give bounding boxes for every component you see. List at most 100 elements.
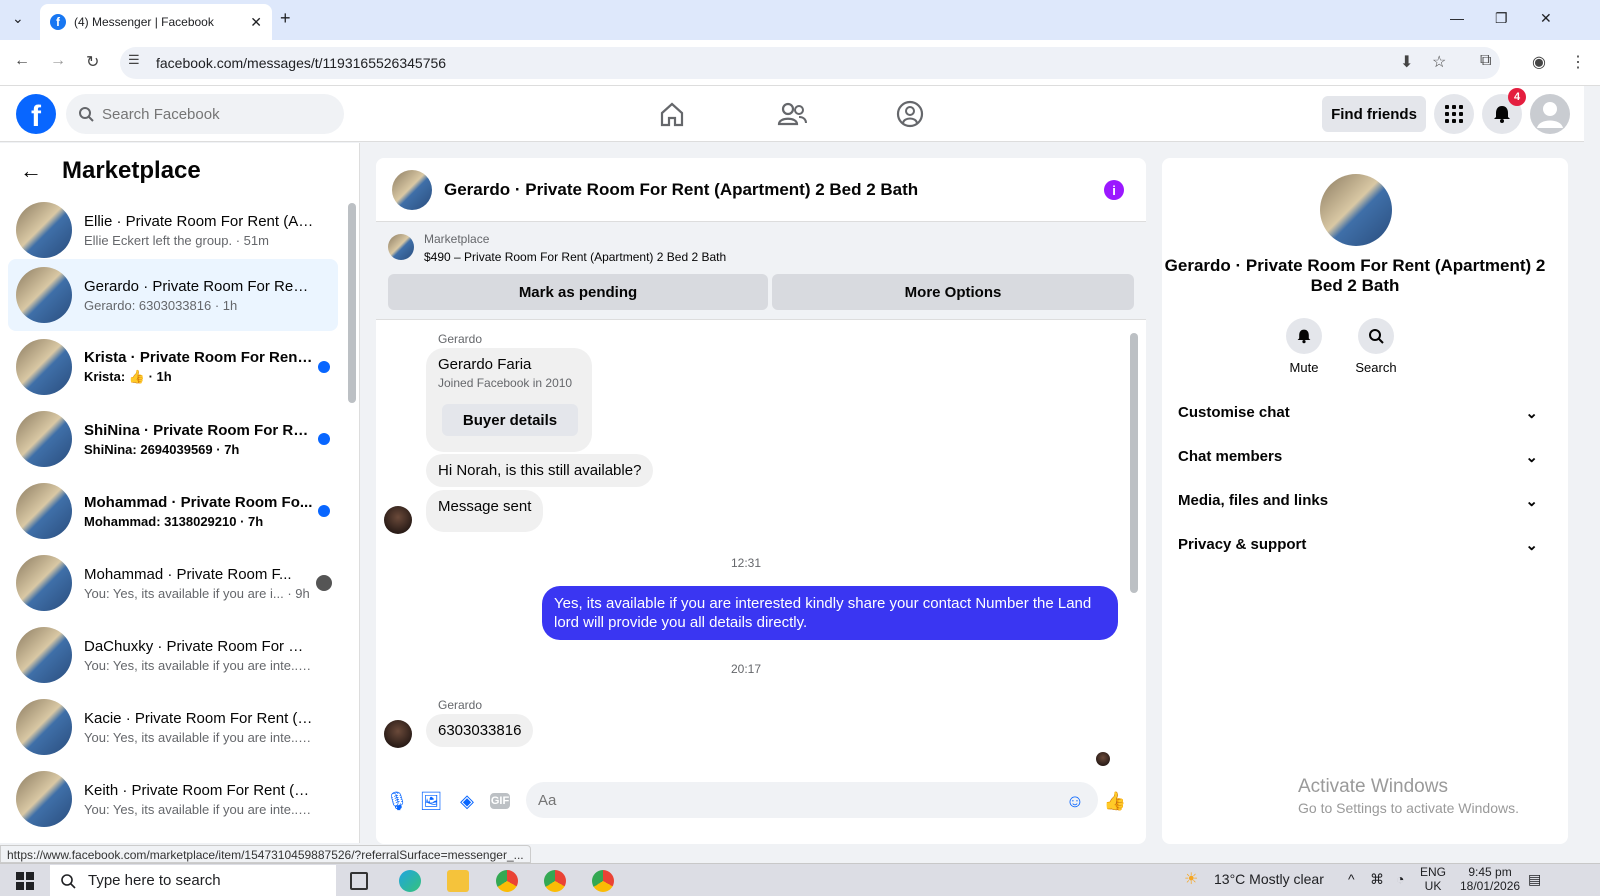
listing-thumbnail[interactable] [388,234,414,260]
task-view-icon[interactable] [350,872,368,890]
new-tab-icon[interactable]: + [280,8,291,29]
facebook-logo[interactable]: f [16,94,56,134]
sidebar-title: Marketplace [62,157,201,184]
clock[interactable]: 9:45 pm 18/01/2026 [1460,865,1520,893]
account-avatar[interactable] [1530,94,1570,134]
site-info-icon[interactable]: ☰ [128,52,140,68]
emoji-icon[interactable]: ☺ [1064,790,1086,812]
chat-members-row[interactable]: Chat members ⌄ [1178,448,1538,466]
conversation-thumbnail[interactable] [392,169,432,210]
chat-preview: You: Yes, its available if you are inte.… [84,729,314,745]
buyer-details-button[interactable]: Buyer details [442,404,578,436]
find-friends-button[interactable]: Find friends [1322,96,1426,132]
message-bubble: Message sent [426,490,544,532]
weather-text[interactable]: 13°C Mostly clear [1214,871,1324,887]
reload-icon[interactable]: ↻ [86,52,99,72]
chat-item[interactable]: ShiNina · Private Room For Re... ShiNina:… [8,403,338,475]
chrome-icon[interactable] [496,870,518,892]
search-box[interactable] [66,94,344,134]
tab-list-icon[interactable]: ⌄ [12,10,24,27]
message-input-box[interactable] [526,782,1098,818]
browser-menu-icon[interactable]: ⋮ [1570,52,1586,72]
address-bar-row: ← → ↻ facebook.com/messages/t/1193165526… [0,40,1600,86]
sidebar-header: ← Marketplace [20,157,201,185]
action-center-icon[interactable]: ▤ [1528,871,1541,888]
conversation-title[interactable]: Gerardo · Private Room For Rent (Apartme… [444,180,918,200]
chat-name: Ellie · Private Room For Rent (Ap... [84,212,314,230]
watermark-line1: Activate Windows [1298,776,1448,797]
minimize-icon[interactable]: — [1450,10,1464,26]
groups-icon[interactable] [894,98,926,130]
sidebar-scrollbar[interactable] [348,203,356,403]
info-icon[interactable]: i [1104,180,1124,200]
chat-item[interactable]: Krista · Private Room For Rent ... Krista… [8,331,338,403]
network-icon[interactable]: ⌘ [1370,871,1384,888]
timestamp: 20:17 [730,662,762,676]
privacy-support-row[interactable]: Privacy & support ⌄ [1178,536,1538,554]
search-input[interactable] [102,105,322,123]
chat-item-active[interactable]: Gerardo · Private Room For Rent... Gerard… [8,259,338,331]
sender-avatar[interactable] [384,720,412,748]
more-options-button[interactable]: More Options [772,274,1134,310]
listing-title[interactable]: $490 – Private Room For Rent (Apartment)… [424,250,726,264]
chat-item[interactable]: DaChuxky · Private Room For Re... You: Ye… [8,619,338,691]
chrome-profile2-icon[interactable] [592,870,614,892]
unread-dot [318,361,330,373]
chat-preview: Mohammad: 3138029210 · 7h [84,513,264,529]
sticker-icon[interactable]: ◈ [456,790,478,812]
chat-item[interactable]: Ellie · Private Room For Rent (Ap... Elli… [8,194,338,266]
conversation-header: Gerardo · Private Room For Rent (Apartme… [376,158,1146,222]
chat-preview: Gerardo: 6303033816 · 1h [84,297,238,313]
chat-item[interactable]: Mohammad · Private Room Fo... Mohammad: 3… [8,475,338,547]
browser-tab[interactable]: f (4) Messenger | Facebook ✕ [40,4,272,40]
language-indicator[interactable]: ENG UK [1420,865,1446,893]
panel-title: Gerardo · Private Room For Rent (Apartme… [1164,256,1546,295]
message-bubble: Hi Norah, is this still available? [426,454,654,487]
listing-thumbnail [16,339,72,395]
gif-icon[interactable]: GIF [490,793,510,809]
chat-item[interactable]: Keith · Private Room For Rent (A... You: … [8,763,338,835]
taskbar-search[interactable]: Type here to search [50,865,336,896]
window-close-icon[interactable]: ✕ [1540,10,1552,27]
listing-thumbnail[interactable] [1320,174,1392,246]
profile-icon[interactable]: ◉ [1532,52,1546,72]
thumbs-up-icon[interactable]: 👍 [1104,790,1126,812]
voice-clip-icon[interactable]: 🎙 [386,790,409,812]
chat-item[interactable]: Mohammad · Private Room F... You: Yes, it… [8,547,338,619]
extensions-icon[interactable]: ⧉ [1480,52,1491,70]
install-icon[interactable]: ⬇ [1400,52,1413,72]
file-explorer-icon[interactable] [447,870,469,892]
messages-scrollbar[interactable] [1130,333,1138,593]
restore-icon[interactable]: ❐ [1495,10,1508,27]
friends-icon[interactable] [776,98,808,130]
sender-avatar[interactable] [384,506,412,534]
media-files-links-row[interactable]: Media, files and links ⌄ [1178,492,1538,510]
forward-icon[interactable]: → [50,52,66,70]
windows-start-icon[interactable] [16,872,34,890]
listing-thumbnail [16,411,72,467]
message-input[interactable] [538,791,1058,809]
menu-grid-icon[interactable] [1434,94,1474,134]
mark-as-pending-button[interactable]: Mark as pending [388,274,768,310]
chat-preview: You: Yes, its available if you are inte.… [84,801,314,817]
mute-button[interactable]: Mute [1264,318,1344,375]
home-icon[interactable] [656,98,688,130]
customise-chat-row[interactable]: Customise chat ⌄ [1178,404,1538,422]
back-icon[interactable]: ← [14,52,30,70]
chat-item[interactable]: Kacie · Private Room For Rent (A... You: … [8,691,338,763]
attach-photo-icon[interactable]: 🖼 [420,790,443,812]
read-receipt-avatar [1096,752,1110,766]
search-conversation-button[interactable]: Search [1336,318,1416,375]
bookmark-star-icon[interactable]: ☆ [1432,52,1446,72]
back-arrow-icon[interactable]: ← [20,158,42,184]
browser-titlebar: ⌄ f (4) Messenger | Facebook ✕ + — ❐ ✕ [0,0,1600,40]
marketplace-label: Marketplace [424,232,490,246]
weather-icon[interactable]: ☀ [1184,869,1198,889]
chrome-profile-icon[interactable] [544,870,566,892]
close-tab-icon[interactable]: ✕ [250,14,262,31]
edge-icon[interactable] [399,870,421,892]
tray-chevron-icon[interactable]: ^ [1348,871,1355,887]
row-label: Media, files and links [1178,492,1329,509]
url-field[interactable]: facebook.com/messages/t/1193165526345756 [120,47,1500,79]
volume-icon[interactable]: ◔ [1396,871,1404,887]
